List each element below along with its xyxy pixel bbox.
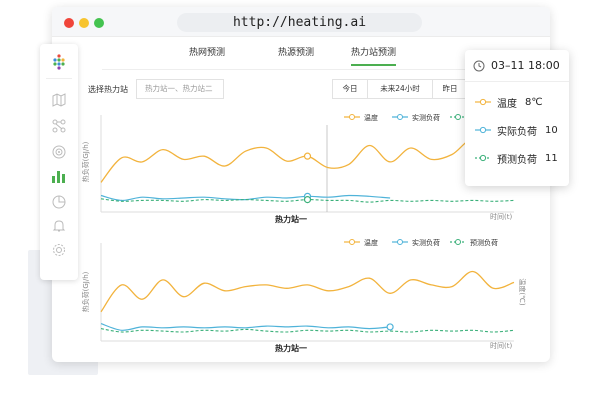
chart2-point-actual[interactable] (386, 323, 394, 331)
chart1-point-predicted[interactable] (303, 196, 312, 204)
chart1-legend-pred-marker (455, 114, 461, 120)
chart2-legend-pred-marker (455, 239, 461, 245)
settings-icon[interactable] (49, 240, 69, 260)
tooltip-row-temperature: 温度 8℃ (475, 94, 543, 110)
bell-icon[interactable] (49, 216, 69, 236)
map-icon[interactable] (49, 90, 69, 110)
tooltip-value-temperature: 8℃ (525, 96, 543, 108)
chart2-legend-actual: 实测负荷 (412, 238, 440, 247)
target-icon[interactable] (49, 142, 69, 162)
chart2-series-temperature[interactable] (100, 270, 515, 313)
tooltip-row-actual: 实际负荷 10 (475, 122, 558, 138)
tooltip-row-predicted: 预测负荷 11 (475, 150, 558, 166)
chart2-title: 热力站一 (275, 343, 307, 353)
chart2-legend-temp: 温度 (364, 238, 378, 247)
tooltip-value-predicted: 11 (545, 152, 558, 164)
stage: http://heating.ai 热网预测 热源预测 热力站预测 选择热力站 … (0, 0, 600, 400)
chart1-series-actual[interactable] (100, 194, 391, 202)
chart2-y2label: 温度(℃) (518, 278, 527, 306)
chart2-ylabel: 热负荷(GJ/h) (81, 271, 90, 312)
tooltip-value-actual: 10 (545, 124, 558, 136)
tooltip-time: 03–11 18:00 (491, 59, 560, 72)
chart2-legend-pred: 预测负荷 (470, 238, 498, 247)
chart2-legend-actual-marker (397, 239, 403, 245)
network-icon[interactable] (49, 116, 69, 136)
logo-icon[interactable] (49, 52, 69, 72)
tooltip-header: 03–11 18:00 (465, 50, 569, 82)
chart1-xlabel: 时间(t) (490, 212, 512, 221)
sidebar-divider (46, 78, 72, 79)
pie-chart-icon[interactable] (49, 192, 69, 212)
clock-icon (473, 60, 485, 72)
chart2-legend: 温度 实测负荷 预测负荷 (344, 238, 498, 247)
chart2-legend-temp-marker (349, 239, 355, 245)
data-tooltip: 03–11 18:00 温度 8℃ 实际负荷 10 预测负荷 11 (465, 50, 569, 186)
chart2-series-predicted[interactable] (100, 328, 515, 333)
chart1-legend-actual: 实测负荷 (412, 113, 440, 122)
sidebar (40, 44, 78, 280)
chart1-legend-actual-marker (397, 114, 403, 120)
bar-chart-icon[interactable] (49, 166, 69, 186)
chart1-legend-temp-marker (349, 114, 355, 120)
chart1-legend: 温度 实测负荷 (344, 113, 466, 122)
chart2-xlabel: 时间(t) (490, 341, 512, 350)
chart-station-1-top: 热负荷(GJ/h) 时间(t) 热力站一 温度 实测负荷 (81, 113, 515, 224)
actual-marker-icon (475, 126, 491, 134)
chart-station-1-bottom: 热负荷(GJ/h) 温度(℃) 时间(t) 热力站一 温度 实测负荷 预测负荷 (81, 238, 527, 353)
tooltip-label-temperature: 温度 (497, 98, 517, 110)
chart1-title: 热力站一 (275, 214, 307, 224)
chart1-ylabel: 热负荷(GJ/h) (81, 141, 90, 182)
predicted-marker-icon (475, 154, 491, 162)
chart1-series-temperature[interactable] (100, 136, 515, 183)
chart1-legend-temp: 温度 (364, 113, 378, 122)
temperature-marker-icon (475, 98, 491, 106)
tooltip-label-actual: 实际负荷 (497, 126, 537, 138)
chart1-point-temperature[interactable] (303, 152, 312, 160)
tooltip-label-predicted: 预测负荷 (497, 154, 537, 166)
